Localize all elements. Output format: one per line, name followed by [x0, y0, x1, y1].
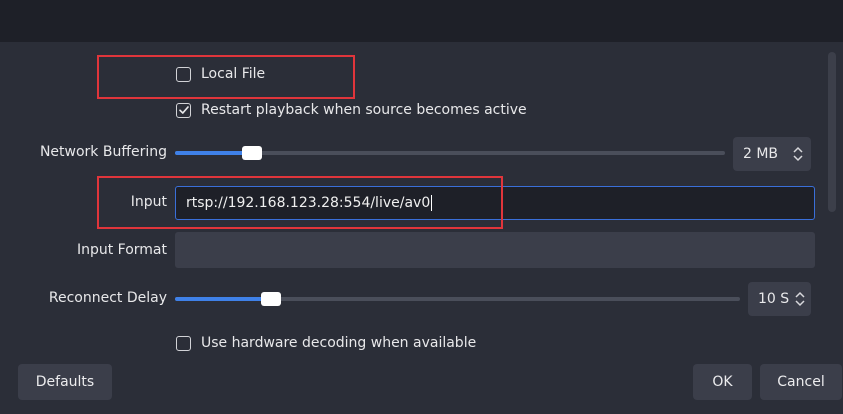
restart-playback-option[interactable]: Restart playback when source becomes act…: [176, 102, 527, 118]
local-file-highlight-box: [97, 55, 355, 99]
input-highlight-box: [97, 176, 503, 229]
network-buffering-value: 2 MB: [743, 146, 779, 162]
checkmark-icon: [178, 106, 189, 114]
network-buffering-slider-fill: [175, 151, 252, 155]
hardware-decoding-checkbox[interactable]: [176, 335, 191, 351]
reconnect-delay-slider-handle[interactable]: [261, 292, 281, 306]
cancel-button[interactable]: Cancel: [760, 364, 842, 400]
hardware-decoding-option[interactable]: Use hardware decoding when available: [176, 335, 476, 351]
input-format-field[interactable]: [175, 232, 815, 268]
reconnect-delay-slider[interactable]: [175, 292, 740, 306]
hardware-decoding-label: Use hardware decoding when available: [201, 335, 477, 351]
ok-button[interactable]: OK: [693, 364, 752, 400]
chevron-down-icon[interactable]: [795, 300, 805, 307]
restart-playback-label: Restart playback when source becomes act…: [201, 102, 527, 118]
reconnect-delay-spinbox[interactable]: 10 S: [748, 282, 811, 316]
network-buffering-label: Network Buffering: [39, 144, 167, 160]
chevron-up-icon[interactable]: [793, 146, 803, 153]
reconnect-delay-label: Reconnect Delay: [48, 290, 167, 306]
network-buffering-slider-handle[interactable]: [242, 146, 262, 160]
network-buffering-slider[interactable]: [175, 146, 725, 160]
reconnect-delay-value: 10 S: [758, 291, 790, 307]
reconnect-delay-slider-fill: [175, 297, 271, 301]
defaults-button[interactable]: Defaults: [18, 364, 112, 400]
network-buffering-spinbox[interactable]: 2 MB: [733, 137, 811, 171]
vertical-scrollbar[interactable]: [828, 52, 836, 212]
chevron-up-icon[interactable]: [795, 291, 805, 298]
restart-playback-checkbox[interactable]: [176, 102, 191, 118]
chevron-down-icon[interactable]: [793, 155, 803, 162]
input-format-label: Input Format: [76, 242, 167, 258]
title-strip: [0, 0, 843, 42]
